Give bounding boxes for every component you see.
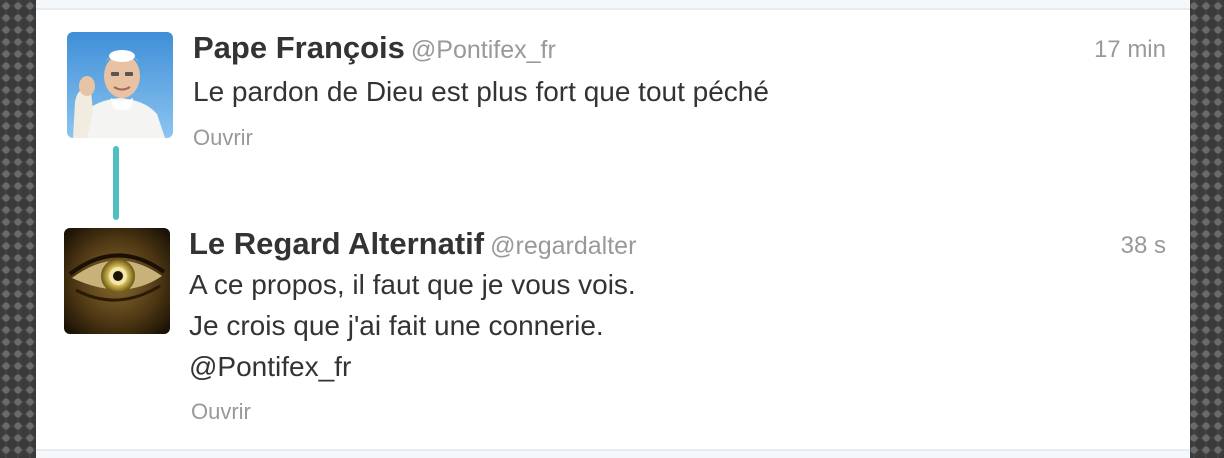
author-name[interactable]: Pape François (193, 30, 405, 65)
author-handle[interactable]: @regardalter (490, 232, 636, 260)
tweet-header: Le Regard Alternatif @regardalter (189, 226, 636, 262)
tweet-timestamp[interactable]: 17 min (1094, 36, 1166, 64)
tweet-text-mention[interactable]: @Pontifex_fr (189, 346, 636, 387)
pope-avatar-icon[interactable] (67, 32, 173, 138)
tweet-divider (36, 449, 1190, 458)
timeline-panel: Pape François @Pontifex_fr 17 min Le pard… (36, 0, 1190, 458)
tweet-text: A ce propos, il faut que je vous vois. J… (189, 264, 636, 387)
open-link[interactable]: Ouvrir (191, 399, 251, 425)
author-name[interactable]: Le Regard Alternatif (189, 226, 484, 261)
tweet-text-line: A ce propos, il faut que je vous vois. (189, 269, 636, 300)
tweet-text-line: Je crois que j'ai fait une connerie. (189, 310, 604, 341)
author-handle[interactable]: @Pontifex_fr (411, 36, 556, 64)
tweet-text: Le pardon de Dieu est plus fort que tout… (193, 71, 769, 112)
tweet-header: Pape François @Pontifex_fr (193, 30, 556, 66)
tweet-text-line: Le pardon de Dieu est plus fort que tout… (193, 76, 769, 107)
eye-avatar-icon[interactable] (64, 228, 170, 334)
open-link[interactable]: Ouvrir (193, 125, 253, 151)
conversation-thread-line (113, 146, 119, 220)
tweet-divider (36, 0, 1190, 10)
tweet-timestamp[interactable]: 38 s (1121, 232, 1166, 260)
